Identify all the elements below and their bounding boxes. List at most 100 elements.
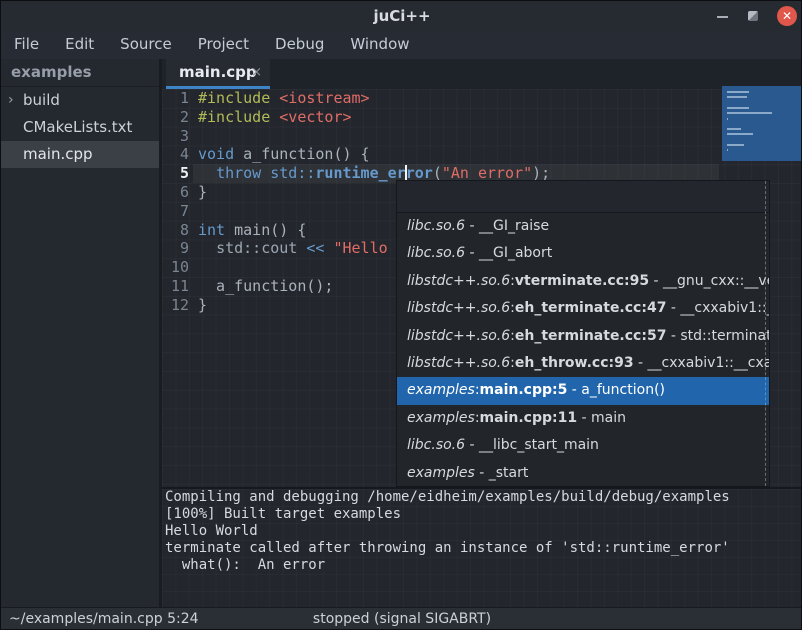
close-icon: ✕ [777,6,797,26]
terminal-line: terminate called after throwing an insta… [162,540,802,557]
frame-function: __GI_raise [479,218,549,234]
line-number: 11 [162,277,189,296]
tree-item-cmakelists-txt[interactable]: CMakeLists.txt [1,114,159,141]
window-title: juCi++ [1,1,802,31]
frame-location: vterminate.cc:95 [515,273,649,289]
minimap-line [727,144,744,146]
project-header: examples [1,59,159,87]
backtrace-item-2[interactable]: libstdc++.so.6:vterminate.cc:95 - __gnu_… [397,268,769,295]
status-debug-state: stopped (signal SIGABRT) [1,608,802,630]
tree-item-build[interactable]: › build [1,87,159,114]
frame-library: examples [407,382,475,398]
backtrace-item-0[interactable]: libc.so.6 - __GI_raise [397,213,769,240]
minimize-icon [717,16,728,18]
minimap-line [727,133,753,135]
line-number: 6 [162,183,189,202]
menu-item-source[interactable]: Source [107,31,185,59]
frame-location: eh_terminate.cc:57 [515,328,667,344]
chevron-right-icon[interactable]: › [8,87,14,114]
backtrace-item-5[interactable]: libstdc++.so.6:eh_throw.cc:93 - __cxxabi… [397,350,769,377]
frame-function: std::terminate() [680,328,769,344]
frame-function: __cxxabiv1::__cxa_thro [648,355,769,371]
backtrace-item-4[interactable]: libstdc++.so.6:eh_terminate.cc:57 - std:… [397,323,769,350]
minimap-overview[interactable] [722,86,801,161]
menu-item-edit[interactable]: Edit [52,31,107,59]
maximize-icon [748,11,758,21]
minimap-line [727,107,749,109]
code-line-2: 2#include <vector> [162,108,802,127]
frame-library: examples [407,465,475,481]
line-number: 7 [162,202,189,221]
frame-function: __gnu_cxx::__verbos [663,273,769,289]
menu-item-file[interactable]: File [1,31,52,59]
tree-item-label: CMakeLists.txt [23,114,132,141]
terminal-line: Compiling and debugging /home/eidheim/ex… [162,489,802,506]
popup-search-input[interactable] [397,181,769,213]
frame-location: main.cpp:5 [480,382,568,398]
code-text: #include <iostream> [198,89,370,108]
file-tree-sidebar: examples › buildCMakeLists.txtmain.cpp [1,59,159,607]
menu-item-project[interactable]: Project [185,31,262,59]
line-number: 2 [162,108,189,127]
minimap-line [727,112,772,114]
backtrace-item-8[interactable]: libc.so.6 - __libc_start_main [397,432,769,459]
minimize-button[interactable] [713,6,733,26]
maximize-button[interactable] [743,6,763,26]
file-tree: › buildCMakeLists.txtmain.cpp [1,87,159,168]
code-line-1: 1 #include <iostream> [162,89,802,108]
minimap-line [727,91,749,93]
backtrace-item-3[interactable]: libstdc++.so.6:eh_terminate.cc:47 - __cx… [397,295,769,322]
backtrace-popup: libc.so.6 - __GI_raiselibc.so.6 - __GI_a… [396,180,770,487]
terminal-line: [100%] Built target examples [162,506,802,523]
menu-bar: FileEditSourceProjectDebugWindow [1,31,802,59]
frame-location: main.cpp:11 [480,410,578,426]
line-number: 12 [162,296,189,315]
frame-location: eh_terminate.cc:47 [515,300,667,316]
frame-library: libstdc++.so.6 [407,300,510,316]
backtrace-item-9[interactable]: examples - _start [397,460,769,487]
frame-function: __GI_abort [479,245,552,261]
frame-function: __libc_start_main [479,437,599,453]
minimap-line [727,128,741,130]
line-number: 10 [162,258,189,277]
code-text: a_function(); [198,277,333,296]
status-bar: ~/examples/main.cpp 5:24 stopped (signal… [1,607,802,630]
frame-library: libstdc++.so.6 [407,273,510,289]
frame-library: libc.so.6 [407,245,465,261]
tree-item-label: build [23,87,60,114]
terminal-output[interactable]: Compiling and debugging /home/eidheim/ex… [162,489,802,607]
line-number: 8 [162,221,189,240]
frame-function: a_function() [581,382,665,398]
backtrace-item-7[interactable]: examples:main.cpp:11 - main [397,405,769,432]
minimap-line [727,96,747,98]
tree-item-label: main.cpp [23,141,93,168]
frame-library: libc.so.6 [407,437,465,453]
code-text: } [198,183,207,202]
tab-close-icon[interactable]: × [251,59,262,86]
terminal-line: Hello World [162,523,802,540]
line-number: 4 [162,145,189,164]
title-bar[interactable]: juCi++ ✕ [1,1,802,31]
tree-item-main-cpp[interactable]: main.cpp [1,141,159,168]
menu-item-window[interactable]: Window [337,31,422,59]
frame-function: main [591,410,626,426]
code-text: std::cout << "Hello W [198,239,406,258]
frame-function: __cxxabiv1::__tern [680,300,769,316]
line-number: 1 [162,89,189,108]
minimap-line [727,149,728,151]
app-window: juCi++ ✕ FileEditSourceProjectDebugWindo… [0,0,802,630]
code-text: int main() { [198,221,306,240]
terminal-line: what(): An error [162,557,802,574]
backtrace-item-1[interactable]: libc.so.6 - __GI_abort [397,240,769,267]
tab-label: main.cpp [179,59,257,86]
backtrace-item-6[interactable]: examples:main.cpp:5 - a_function() [397,377,769,404]
code-line-3: 3 [162,127,802,146]
close-button[interactable]: ✕ [777,6,797,26]
code-line-4: 4 void a_function() { [162,145,802,164]
line-number: 9 [162,239,189,258]
frame-library: examples [407,410,475,426]
menu-item-debug[interactable]: Debug [262,31,337,59]
tab-main-cpp[interactable]: main.cpp × [166,59,270,89]
code-text: void a_function() { [198,145,370,164]
frame-library: libc.so.6 [407,218,465,234]
